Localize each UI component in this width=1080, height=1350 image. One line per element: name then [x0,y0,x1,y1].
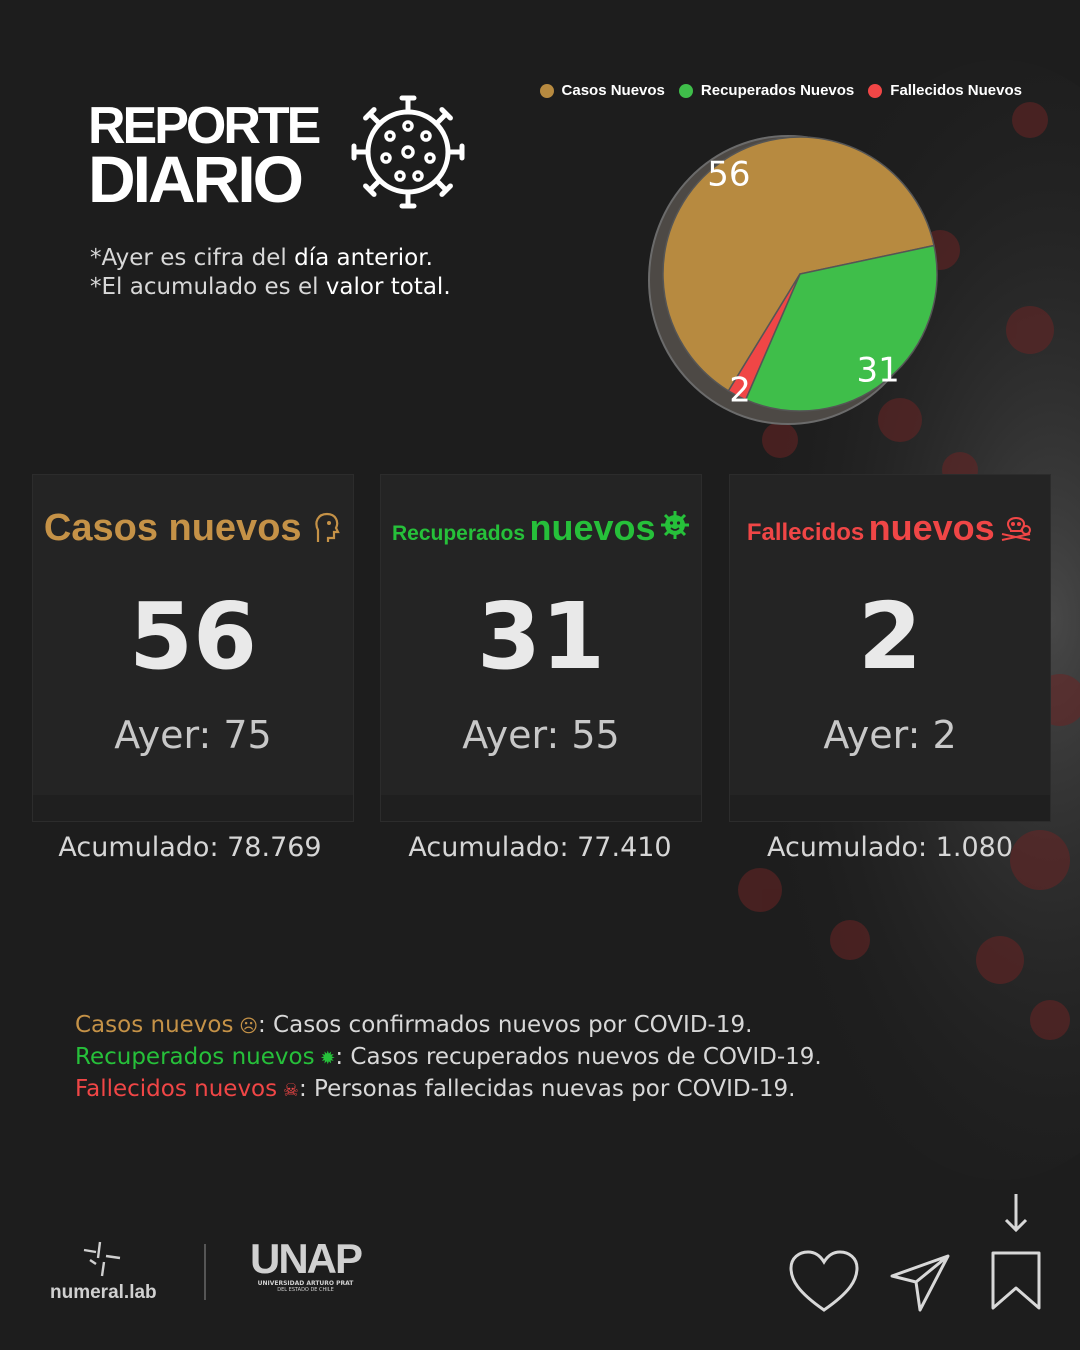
card-recuperados-nuevos: Recuperados nuevos 31 Ayer: 55 [380,474,702,822]
card-footer [730,795,1050,821]
definition-casos: Casos nuevos ☹: Casos confirmados nuevos… [75,1012,753,1038]
bookmark-icon[interactable] [990,1250,1042,1312]
card-value: 56 [128,583,258,690]
card-footer [33,795,353,821]
card-fallecidos-nuevos: Fallecidos nuevos 2 Ayer: 2 [729,474,1051,822]
legend-swatch [539,83,554,98]
virus-icon [346,95,470,214]
acumulado-recuperados: Acumulado: 77.410 [408,832,672,863]
card-title: Recuperados nuevos [381,507,701,549]
card-footer [381,795,701,821]
legend-item: Casos Nuevos [539,82,665,99]
card-title: Fallecidos nuevos [730,507,1050,549]
card-value: 2 [857,583,922,690]
card-casos-nuevos: Casos nuevos 56 Ayer: 75 [32,474,354,822]
skull-crossbones-icon: ☠ [277,1080,299,1101]
sick-face-icon [315,512,340,542]
send-icon[interactable] [888,1252,952,1314]
sick-face-icon: ☹ [233,1016,258,1037]
skull-crossbones-icon [1001,517,1032,541]
arrow-down-icon [1004,1194,1028,1233]
legend-swatch [868,83,883,98]
pie-data-label: 56 [707,154,750,194]
virus-smile-icon [661,511,689,539]
legend-item: Fallecidos Nuevos [868,82,1022,99]
card-value: 31 [476,583,606,690]
note-ayer: *Ayer es cifra del día anterior. [90,245,433,271]
pie-data-label: 2 [729,371,751,411]
definition-fallecidos: Fallecidos nuevos ☠: Personas fallecidas… [75,1076,796,1102]
acumulado-casos: Acumulado: 78.769 [58,832,322,863]
chart-legend: Casos Nuevos Recuperados Nuevos Fallecid… [539,82,1022,99]
numeral-lab-icon [83,1241,121,1277]
legend-item: Recuperados Nuevos [678,82,854,99]
footer-divider [204,1244,206,1300]
unap-logo: UNAP UNIVERSIDAD ARTURO PRAT DEL ESTADO … [250,1235,363,1294]
heart-icon[interactable] [788,1250,860,1314]
note-acumulado: *El acumulado es el valor total. [90,274,451,300]
card-ayer: Ayer: 55 [462,713,620,757]
notes: *Ayer es cifra del día anterior. *El acu… [90,244,451,302]
card-ayer: Ayer: 75 [114,713,272,757]
legend-swatch [678,83,693,98]
card-title: Casos nuevos [33,507,353,550]
card-ayer: Ayer: 2 [823,713,957,757]
acumulado-fallecidos: Acumulado: 1.080 [766,832,1014,863]
definitions: Casos nuevos ☹: Casos confirmados nuevos… [75,1010,822,1106]
pie-chart: 56 31 2 [648,135,938,425]
pie-data-label: 31 [856,350,899,390]
definition-recuperados: Recuperados nuevos ✹: Casos recuperados … [75,1044,822,1070]
title-line-2: DIARIO [88,142,304,216]
page-title: REPORTE DIARIO [88,100,321,216]
virus-smile-icon: ✹ [314,1048,336,1069]
numeral-lab-logo: numeral.lab [50,1238,157,1304]
